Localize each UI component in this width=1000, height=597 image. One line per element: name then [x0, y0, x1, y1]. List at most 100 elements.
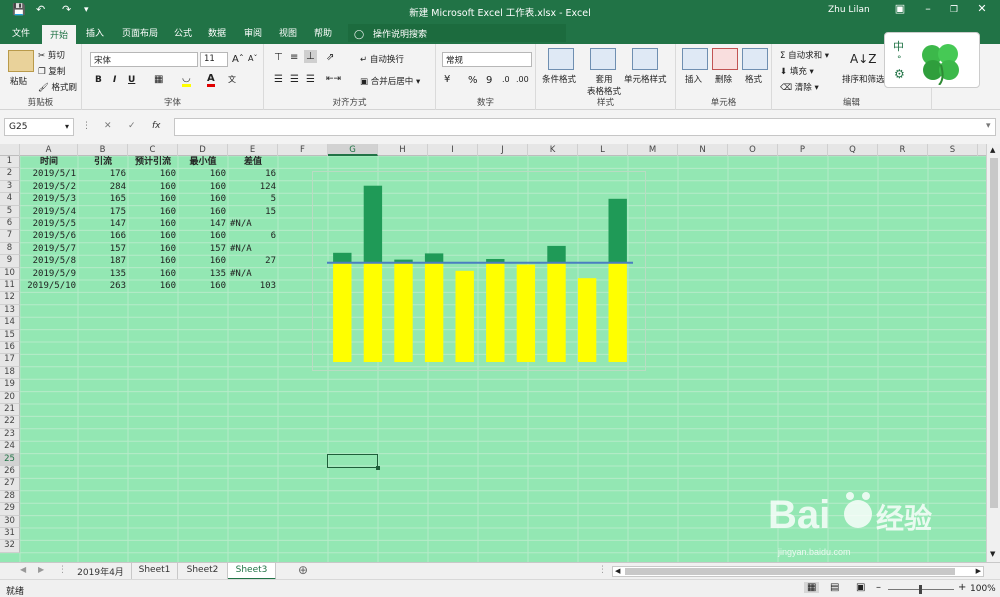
name-box[interactable]: G25 ▾ [4, 118, 74, 136]
tab-page-layout[interactable]: 页面布局 [122, 26, 158, 39]
table-header-cell[interactable]: 差值 [230, 156, 276, 168]
worksheet-grid[interactable]: ABCDEFGHIJKLMNOPQRS 1 2 3 4 5 6 7 8 9 10 11 12 13 14 1… [0, 144, 986, 562]
row-header-22[interactable]: 22 [0, 416, 20, 429]
align-middle-icon[interactable]: ≡ [290, 52, 298, 63]
table-cell[interactable]: 160 [180, 280, 226, 292]
fill-button[interactable]: ⬇ 填充 ▾ [780, 65, 814, 77]
table-cell[interactable]: #N/A [230, 218, 276, 230]
zoom-slider[interactable] [888, 585, 954, 594]
diff-bar-2[interactable] [363, 185, 383, 263]
row-header-4[interactable]: 4 [0, 193, 20, 206]
tab-view[interactable]: 视图 [279, 26, 297, 39]
row-header-21[interactable]: 21 [0, 404, 20, 417]
table-cell[interactable]: #N/A [230, 268, 276, 280]
normal-view-icon[interactable]: ▦ [804, 582, 820, 593]
row-header-8[interactable]: 8 [0, 242, 20, 256]
format-table-button[interactable]: 套用 表格格式 [586, 73, 622, 97]
row-header-3[interactable]: 3 [0, 180, 20, 194]
row-header-32[interactable]: 32 [0, 540, 20, 553]
number-format-select[interactable]: 常规 [442, 52, 532, 67]
row-header-28[interactable]: 28 [0, 490, 20, 504]
column-header-p[interactable]: P [778, 144, 828, 156]
column-header-m[interactable]: M [628, 144, 678, 156]
ime-settings-icon[interactable]: ⚙ [894, 67, 905, 81]
row-header-7[interactable]: 7 [0, 230, 20, 243]
table-cell[interactable]: 135 [80, 268, 126, 280]
insert-cells-button[interactable]: 插入 [685, 73, 702, 85]
indent-icon[interactable]: ⇤⇥ [326, 74, 341, 84]
date-cell[interactable]: 2019/5/4 [22, 206, 76, 218]
cut-button[interactable]: ✂ 剪切 [38, 49, 65, 61]
orientation-icon[interactable]: ⇗ [326, 52, 334, 63]
row-header-31[interactable]: 31 [0, 528, 20, 541]
row-header-19[interactable]: 19 [0, 379, 20, 392]
table-cell[interactable]: 160 [130, 268, 176, 280]
base-bar-6[interactable] [486, 262, 505, 362]
zoom-out-icon[interactable]: – [876, 582, 881, 593]
select-all-corner[interactable] [0, 144, 20, 156]
sheet-tab-sheet1[interactable]: Sheet1 [132, 563, 178, 580]
cell-styles-button[interactable]: 单元格样式 [624, 73, 667, 85]
currency-icon[interactable]: ¥ [444, 74, 450, 85]
row-header-9[interactable]: 9 [0, 255, 20, 268]
wrap-text-button[interactable]: ↵ 自动换行 [360, 53, 404, 65]
base-bar-3[interactable] [394, 262, 413, 362]
table-cell[interactable]: 5 [230, 193, 276, 205]
sheet-tab-sheet3[interactable]: Sheet3 [228, 563, 276, 580]
table-cell[interactable]: 160 [180, 168, 226, 180]
align-bottom-icon[interactable]: ⊥ [304, 50, 317, 63]
phonetic-icon[interactable]: 文 [228, 74, 236, 85]
column-header-r[interactable]: R [878, 144, 928, 156]
table-cell[interactable]: 263 [80, 280, 126, 292]
sheet-tab-apr-2019[interactable]: 2019年4月 [70, 563, 132, 580]
column-header-e[interactable]: E [228, 144, 278, 156]
comma-button[interactable]: 9 [486, 75, 492, 86]
date-cell[interactable]: 2019/5/2 [22, 181, 76, 193]
column-header-l[interactable]: L [578, 144, 628, 156]
new-sheet-icon[interactable]: ⊕ [298, 563, 308, 577]
base-bar-8[interactable] [547, 262, 566, 362]
formula-input[interactable] [174, 118, 996, 136]
insert-cells-icon[interactable] [682, 48, 708, 70]
insert-function-icon[interactable]: fx [152, 121, 161, 131]
format-table-icon[interactable] [590, 48, 616, 70]
row-header-11[interactable]: 11 [0, 280, 20, 293]
horizontal-scrollbar[interactable]: ◀ ▶ [612, 566, 984, 577]
table-cell[interactable]: 160 [130, 193, 176, 205]
increase-decimal-icon[interactable]: .0 [502, 75, 510, 84]
decrease-decimal-icon[interactable]: .00 [516, 75, 529, 84]
column-header-g[interactable]: G [328, 144, 378, 156]
zoom-in-icon[interactable]: + [958, 582, 966, 593]
autosum-button[interactable]: Σ 自动求和 ▾ [780, 49, 829, 61]
font-size-select[interactable]: 11 [200, 52, 228, 67]
tab-file[interactable]: 文件 [12, 26, 30, 39]
row-header-20[interactable]: 20 [0, 391, 20, 404]
date-cell[interactable]: 2019/5/1 [22, 168, 76, 180]
column-header-f[interactable]: F [278, 144, 328, 156]
table-cell[interactable]: 165 [80, 193, 126, 205]
date-cell[interactable]: 2019/5/7 [22, 243, 76, 255]
row-header-6[interactable]: 6 [0, 218, 20, 231]
table-cell[interactable]: 175 [80, 206, 126, 218]
align-left-icon[interactable]: ☰ [274, 74, 283, 85]
active-cell-g25[interactable] [327, 454, 380, 470]
table-cell[interactable]: 147 [180, 218, 226, 230]
column-header-s[interactable]: S [928, 144, 978, 156]
table-cell[interactable]: 187 [80, 255, 126, 267]
font-color-icon[interactable]: A [207, 73, 215, 87]
tab-home[interactable]: 开始 [42, 25, 77, 44]
column-header-b[interactable]: B [78, 144, 128, 156]
base-bar-7[interactable] [516, 264, 536, 362]
restore-icon[interactable]: ❐ [942, 5, 966, 15]
table-cell[interactable]: 157 [180, 243, 226, 255]
tab-review[interactable]: 审阅 [244, 26, 262, 39]
row-header-23[interactable]: 23 [0, 428, 20, 442]
column-header-a[interactable]: A [20, 144, 78, 156]
scroll-left-icon[interactable]: ◀ [615, 567, 620, 575]
borders-icon[interactable]: ▦ [154, 74, 163, 85]
scroll-right-icon[interactable]: ▶ [976, 567, 981, 575]
column-header-o[interactable]: O [728, 144, 778, 156]
table-cell[interactable]: 15 [230, 206, 276, 218]
table-cell[interactable]: 16 [230, 168, 276, 180]
paste-button[interactable]: 粘贴 [10, 75, 27, 87]
